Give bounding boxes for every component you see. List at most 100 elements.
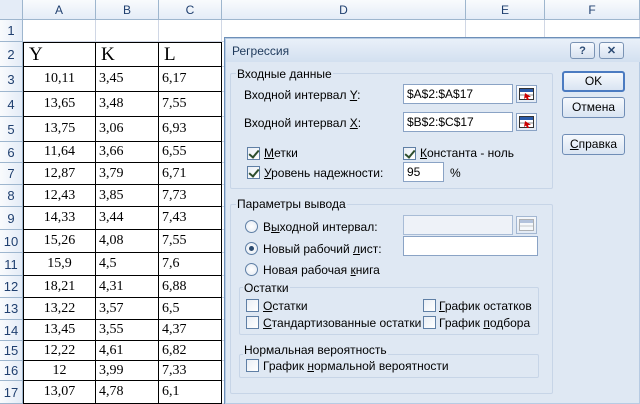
data-cell[interactable]: 4,78 <box>96 381 159 404</box>
cell-header-l[interactable]: L <box>159 42 222 67</box>
data-cell[interactable]: 3,44 <box>96 207 159 230</box>
data-cell[interactable]: 12,87 <box>23 163 96 185</box>
data-cell[interactable]: 6,55 <box>159 142 222 163</box>
data-cell[interactable]: 3,66 <box>96 142 159 163</box>
row-header-17[interactable]: 17 <box>0 381 23 404</box>
output-range-label[interactable]: Выходной интервал: <box>263 220 378 234</box>
title-help-button[interactable]: ? <box>570 42 595 59</box>
row-header-8[interactable]: 8 <box>0 185 23 207</box>
data-cell[interactable]: 4,37 <box>159 320 222 341</box>
row-header-9[interactable]: 9 <box>0 207 23 230</box>
data-cell[interactable]: 7,43 <box>159 207 222 230</box>
data-cell[interactable]: 7,73 <box>159 185 222 207</box>
row-header-7[interactable]: 7 <box>0 163 23 185</box>
normal-probability-plot-checkbox[interactable] <box>246 359 259 372</box>
standardized-residuals-checkbox[interactable] <box>246 316 259 329</box>
data-cell[interactable]: 4,08 <box>96 230 159 253</box>
data-cell[interactable]: 13,22 <box>23 298 96 320</box>
cell-header-k[interactable]: K <box>96 42 159 67</box>
column-header-e[interactable]: E <box>466 0 545 20</box>
column-header-b[interactable]: B <box>96 0 159 20</box>
labels-checkbox-label[interactable]: Метки <box>264 146 298 160</box>
confidence-level-checkbox[interactable] <box>247 166 260 179</box>
confidence-level-field[interactable]: 95 <box>403 162 444 182</box>
data-cell[interactable]: 7,33 <box>159 361 222 381</box>
column-header-a[interactable]: A <box>23 0 96 20</box>
row-header-1[interactable]: 1 <box>0 20 23 42</box>
grid-cell[interactable] <box>96 20 159 42</box>
data-cell[interactable]: 12,43 <box>23 185 96 207</box>
data-cell[interactable]: 18,21 <box>23 276 96 298</box>
data-cell[interactable]: 4,5 <box>96 253 159 276</box>
row-header-2[interactable]: 2 <box>0 42 23 67</box>
data-cell[interactable]: 6,88 <box>159 276 222 298</box>
data-cell[interactable]: 3,55 <box>96 320 159 341</box>
new-worksheet-radio[interactable] <box>245 242 258 255</box>
row-header-16[interactable]: 16 <box>0 361 23 381</box>
row-header-11[interactable]: 11 <box>0 253 23 276</box>
new-worksheet-label[interactable]: Новый рабочий лист: <box>263 242 382 256</box>
residuals-label[interactable]: Остатки <box>263 299 308 313</box>
column-header-c[interactable]: C <box>159 0 222 20</box>
output-range-ref-button[interactable] <box>516 216 537 234</box>
data-cell[interactable]: 3,79 <box>96 163 159 185</box>
row-header-15[interactable]: 15 <box>0 341 23 361</box>
help-button[interactable]: Справка <box>562 134 625 155</box>
data-cell[interactable]: 6,71 <box>159 163 222 185</box>
data-cell[interactable]: 15,9 <box>23 253 96 276</box>
row-header-4[interactable]: 4 <box>0 92 23 117</box>
grid-cell[interactable] <box>23 20 96 42</box>
row-header-3[interactable]: 3 <box>0 67 23 92</box>
data-cell[interactable]: 7,6 <box>159 253 222 276</box>
data-cell[interactable]: 15,26 <box>23 230 96 253</box>
data-cell[interactable]: 6,5 <box>159 298 222 320</box>
confidence-level-label[interactable]: Уровень надежности: <box>264 166 383 180</box>
residual-plot-label[interactable]: График остатков <box>439 299 532 313</box>
column-header-f[interactable]: F <box>545 0 640 20</box>
column-header-d[interactable]: D <box>222 0 466 20</box>
data-cell[interactable]: 6,82 <box>159 341 222 361</box>
output-range-radio[interactable] <box>245 220 258 233</box>
input-y-range-field[interactable]: $A$2:$A$17 <box>403 84 513 104</box>
data-cell[interactable]: 4,61 <box>96 341 159 361</box>
labels-checkbox[interactable] <box>247 147 260 160</box>
data-cell[interactable]: 6,17 <box>159 67 222 92</box>
data-cell[interactable]: 3,48 <box>96 92 159 117</box>
data-cell[interactable]: 12,22 <box>23 341 96 361</box>
input-x-range-field[interactable]: $B$2:$C$17 <box>403 112 513 132</box>
row-header-13[interactable]: 13 <box>0 298 23 320</box>
data-cell[interactable]: 13,65 <box>23 92 96 117</box>
new-worksheet-name-field[interactable] <box>403 236 538 256</box>
normal-probability-plot-label[interactable]: График нормальной вероятности <box>263 359 449 373</box>
data-cell[interactable]: 10,11 <box>23 67 96 92</box>
output-range-field[interactable] <box>403 215 513 235</box>
data-cell[interactable]: 3,85 <box>96 185 159 207</box>
row-header-14[interactable]: 14 <box>0 320 23 341</box>
ok-button[interactable]: OK <box>562 71 625 92</box>
line-fit-plot-checkbox[interactable] <box>423 316 436 329</box>
data-cell[interactable]: 7,55 <box>159 230 222 253</box>
input-y-range-ref-button[interactable] <box>516 85 537 103</box>
new-workbook-radio[interactable] <box>245 263 258 276</box>
data-cell[interactable]: 7,55 <box>159 92 222 117</box>
data-cell[interactable]: 3,99 <box>96 361 159 381</box>
data-cell[interactable]: 11,64 <box>23 142 96 163</box>
row-header-6[interactable]: 6 <box>0 142 23 163</box>
cell-header-y[interactable]: Y <box>23 42 96 67</box>
data-cell[interactable]: 3,06 <box>96 117 159 142</box>
row-header-10[interactable]: 10 <box>0 230 23 253</box>
data-cell[interactable]: 6,1 <box>159 381 222 404</box>
select-all-corner[interactable] <box>0 0 23 20</box>
data-cell[interactable]: 3,45 <box>96 67 159 92</box>
dialog-titlebar[interactable]: Регрессия ? ✕ <box>226 39 640 62</box>
data-cell[interactable]: 3,57 <box>96 298 159 320</box>
row-header-12[interactable]: 12 <box>0 276 23 298</box>
row-header-5[interactable]: 5 <box>0 117 23 142</box>
data-cell[interactable]: 13,45 <box>23 320 96 341</box>
data-cell[interactable]: 14,33 <box>23 207 96 230</box>
data-cell[interactable]: 13,07 <box>23 381 96 404</box>
standardized-residuals-label[interactable]: Стандартизованные остатки <box>263 316 421 330</box>
residuals-checkbox[interactable] <box>246 299 259 312</box>
constant-zero-checkbox[interactable] <box>403 147 416 160</box>
grid-cell[interactable] <box>159 20 222 42</box>
